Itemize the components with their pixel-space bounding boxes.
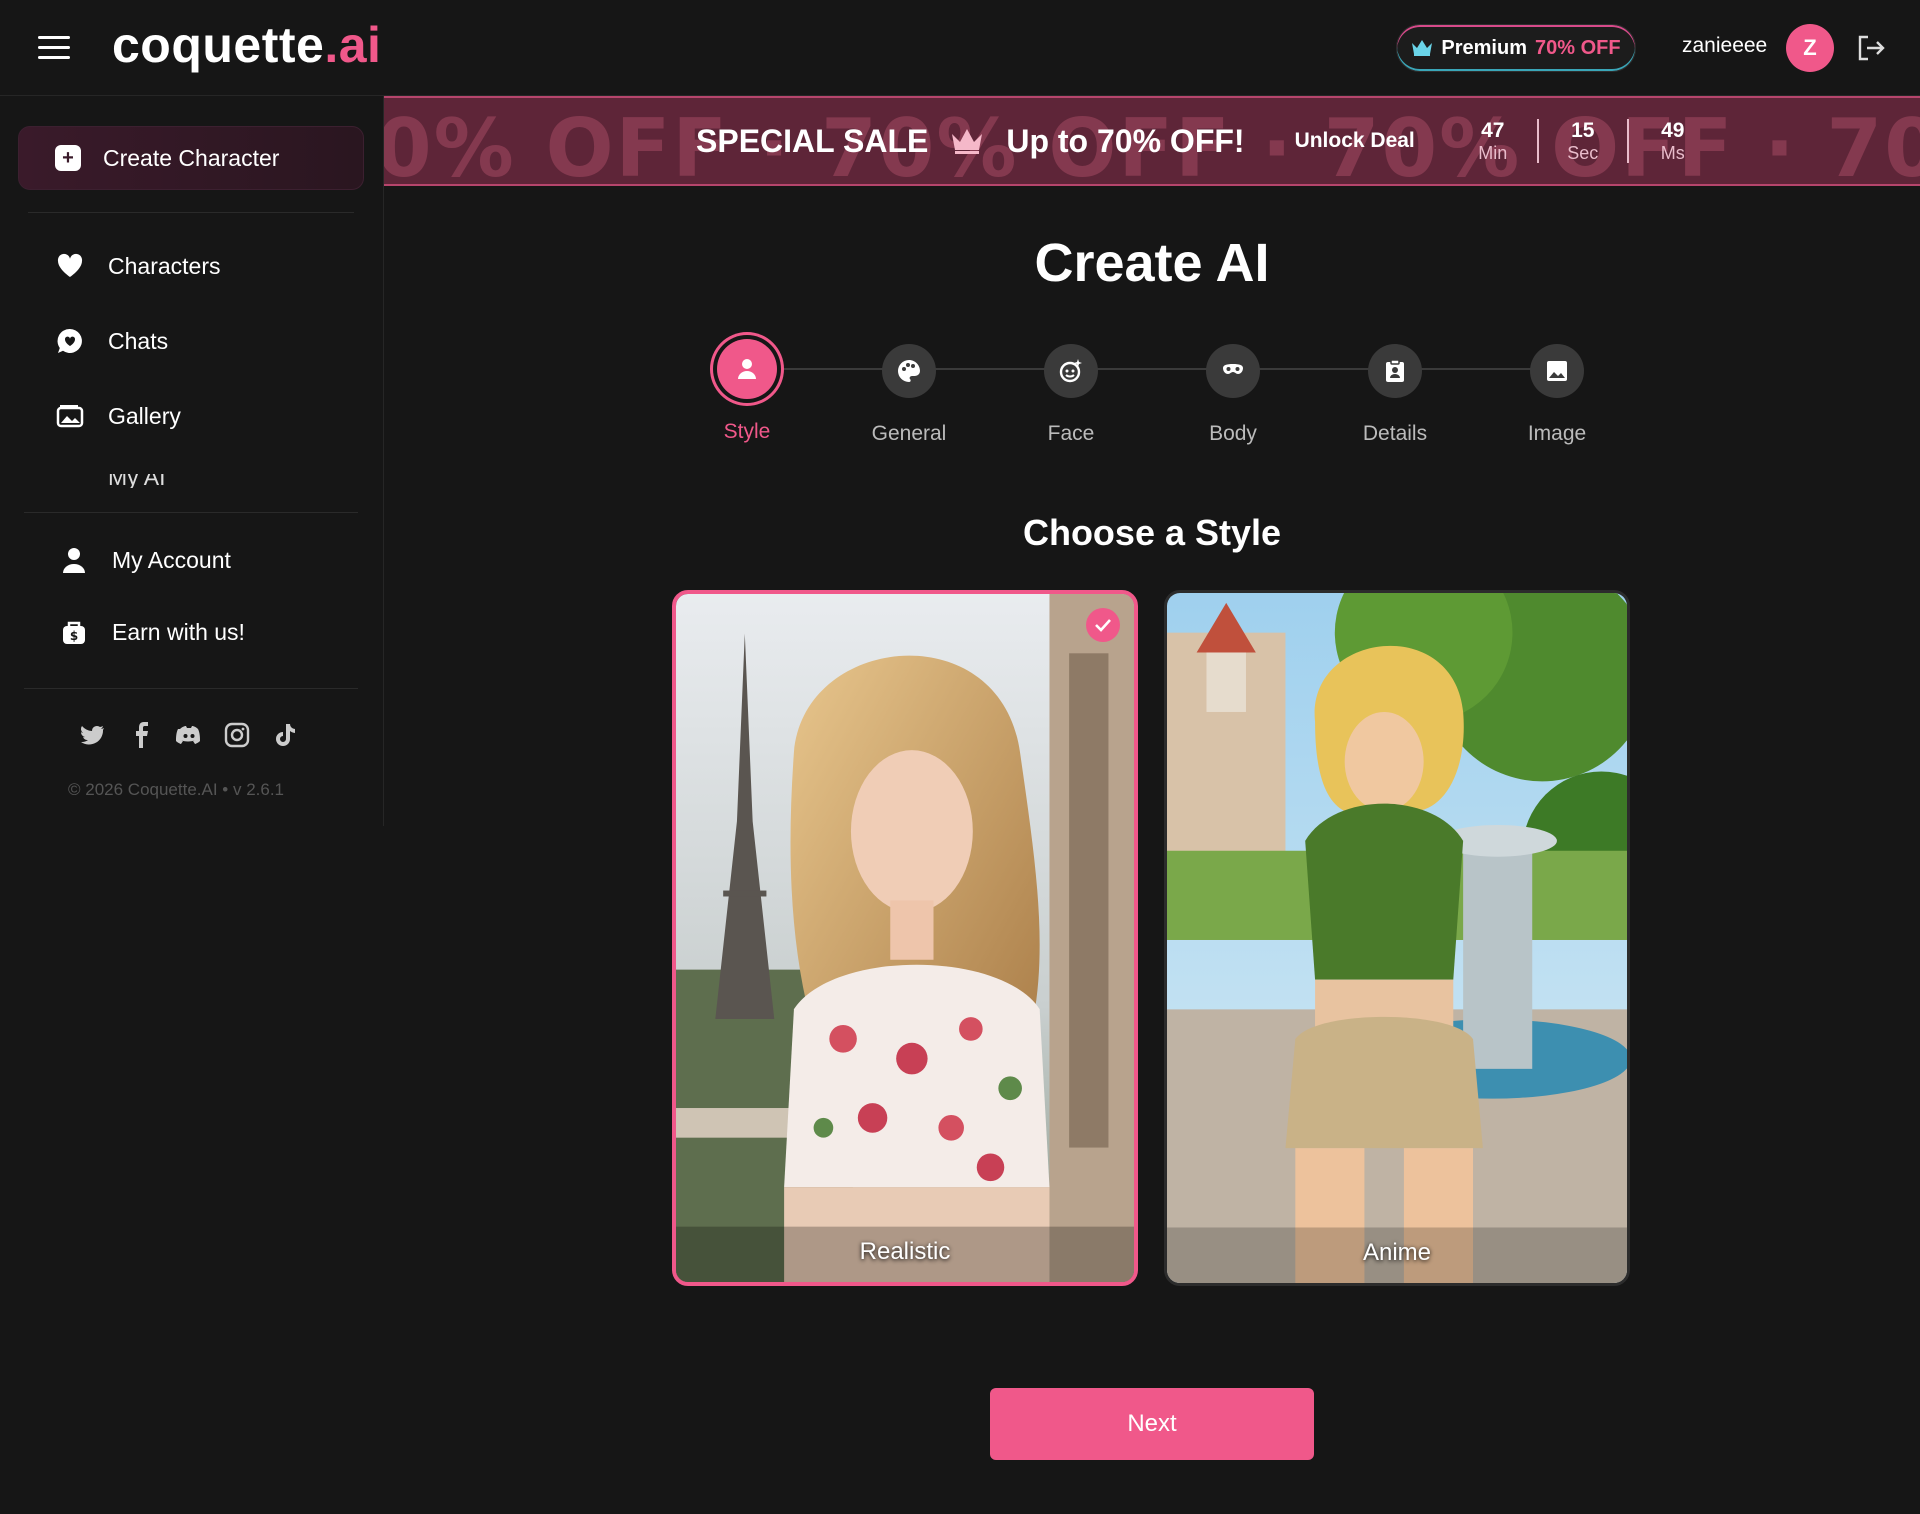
section-title: Choose a Style xyxy=(1022,512,1282,553)
tiktok-icon[interactable] xyxy=(272,722,298,748)
sale-banner[interactable]: 0% OFF · 70% OFF · 70% OFF · 70% OFF · 7… xyxy=(384,96,1920,186)
step-details[interactable]: Details xyxy=(1335,336,1455,446)
next-button[interactable]: Next xyxy=(990,1388,1314,1460)
divider xyxy=(24,688,358,689)
sale-subtitle: Up to 70% OFF! xyxy=(1006,122,1245,159)
logout-icon[interactable] xyxy=(1856,34,1886,62)
top-bar: coquette.ai Premium 70% OFF zanieeee Z xyxy=(0,0,1920,96)
step-face[interactable]: Face xyxy=(1011,336,1131,446)
twitter-icon[interactable] xyxy=(80,722,106,748)
timer-separator xyxy=(1626,119,1629,163)
unlock-deal-link[interactable]: Unlock Deal xyxy=(1295,129,1415,153)
divider xyxy=(24,512,358,513)
user-icon xyxy=(738,359,756,379)
crown-icon xyxy=(952,129,983,154)
sidebar: + Create Character Characters Chats Gall… xyxy=(0,96,384,826)
style-option-label: Realistic xyxy=(859,1238,951,1265)
svg-text:$: $ xyxy=(70,629,78,643)
step-image[interactable]: Image xyxy=(1497,336,1617,446)
body-icon xyxy=(1223,364,1243,374)
create-character-button[interactable]: + Create Character xyxy=(18,126,364,190)
timer-separator xyxy=(1536,119,1539,163)
sidebar-item-earn[interactable]: $ Earn with us! xyxy=(60,618,245,646)
premium-discount: 70% OFF xyxy=(1535,36,1621,59)
style-option-anime[interactable]: Anime xyxy=(1164,590,1630,1286)
sidebar-item-my-account[interactable]: My Account xyxy=(60,546,231,574)
step-body[interactable]: Body xyxy=(1173,336,1293,446)
selected-check-icon xyxy=(1086,608,1120,642)
timer-minutes: 47 Min xyxy=(1478,118,1508,163)
details-icon xyxy=(1386,359,1404,382)
anime-style-image xyxy=(1167,593,1627,1283)
logo[interactable]: coquette.ai xyxy=(112,16,381,74)
heart-icon xyxy=(57,253,83,277)
stepper: Style General Face Body Details Image xyxy=(0,336,1920,456)
countdown-timer: 47 Min 15 Sec 49 Ms xyxy=(1469,119,1697,164)
realistic-style-image xyxy=(676,594,1134,1282)
step-general[interactable]: General xyxy=(849,336,969,446)
facebook-icon[interactable] xyxy=(128,722,154,748)
menu-icon[interactable] xyxy=(38,36,70,60)
sidebar-item-characters[interactable]: Characters xyxy=(56,252,220,280)
image-icon xyxy=(1547,361,1567,381)
username[interactable]: zanieeee xyxy=(1682,34,1767,58)
social-links xyxy=(80,722,298,748)
style-option-label: Anime xyxy=(1362,1239,1432,1266)
sale-title: SPECIAL SALE xyxy=(696,122,929,159)
divider xyxy=(28,212,354,213)
avatar[interactable]: Z xyxy=(1786,24,1834,72)
premium-label: Premium xyxy=(1441,36,1527,59)
crown-icon xyxy=(1412,40,1433,56)
money-bag-icon: $ xyxy=(63,621,85,644)
style-option-realistic[interactable]: Realistic xyxy=(672,590,1138,1286)
copyright-text: © 2026 Coquette.AI • v 2.6.1 xyxy=(68,780,285,799)
user-icon xyxy=(63,548,85,573)
premium-button[interactable]: Premium 70% OFF xyxy=(1396,24,1636,72)
discord-icon[interactable] xyxy=(176,722,202,748)
palette-icon xyxy=(898,360,920,382)
plus-icon: + xyxy=(55,145,81,171)
step-style[interactable]: Style xyxy=(687,336,807,444)
sidebar-item-my-ai[interactable]: My AI xyxy=(56,474,356,488)
instagram-icon[interactable] xyxy=(224,722,250,748)
page-title: Create AI xyxy=(1034,233,1270,293)
timer-milliseconds: 49 Ms xyxy=(1660,118,1685,163)
timer-seconds: 15 Sec xyxy=(1567,118,1599,163)
banner-content: SPECIAL SALE Up to 70% OFF! Unlock Deal … xyxy=(696,98,1697,184)
face-icon xyxy=(1059,359,1082,383)
